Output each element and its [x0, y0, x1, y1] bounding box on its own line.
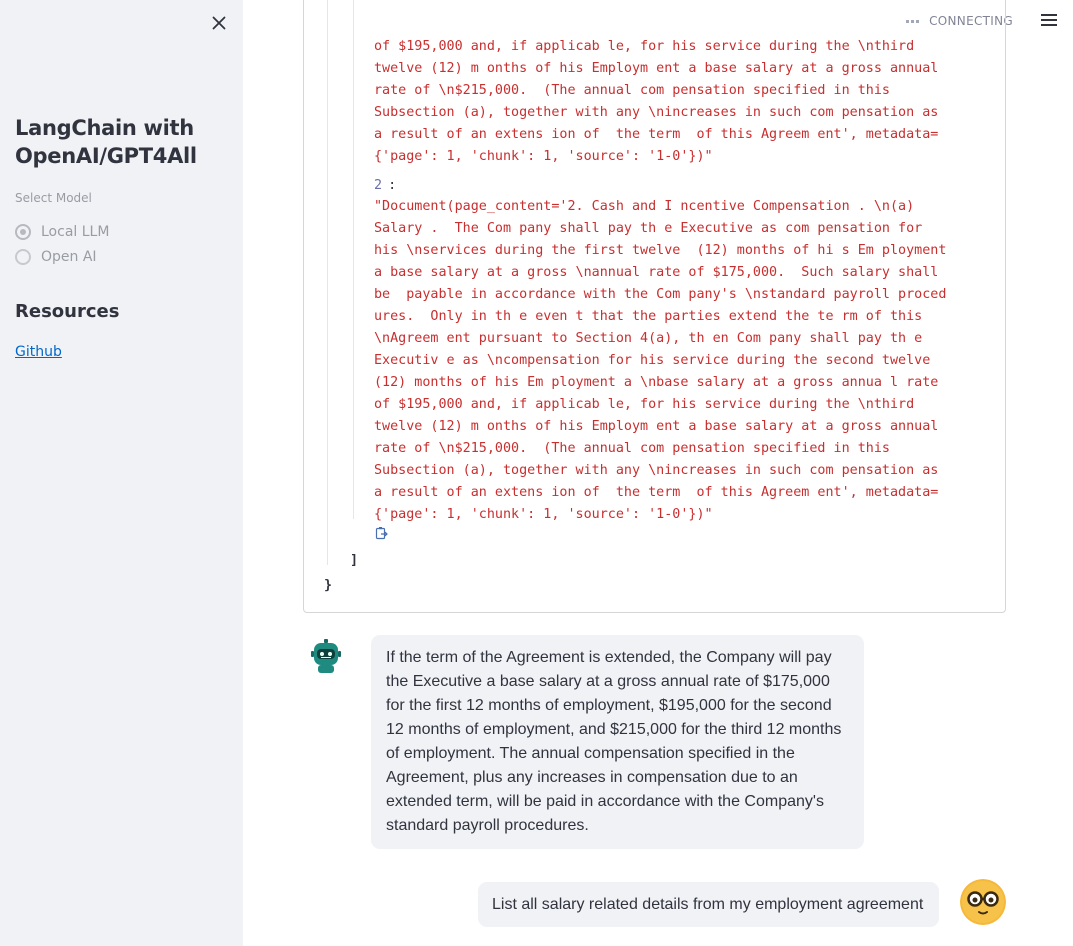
document-chunk-2: "Document(page_content='2. Cash and I nc… — [374, 199, 947, 522]
radio-unchecked-icon — [15, 249, 31, 265]
github-link[interactable]: Github — [15, 344, 62, 360]
sidebar-title: LangChain with OpenAI/GPT4All — [15, 116, 197, 168]
document-chunk-1: of $195,000 and, if applicab le, for his… — [374, 39, 939, 164]
assistant-message: If the term of the Agreement is extended… — [371, 635, 864, 849]
hamburger-menu-icon[interactable] — [1041, 14, 1057, 30]
closing-brace: } — [324, 578, 333, 593]
radio-local-llm[interactable]: Local LLM — [15, 224, 109, 240]
sidebar: LangChain with OpenAI/GPT4All Select Mod… — [0, 0, 243, 946]
select-model-label: Select Model — [15, 191, 92, 205]
user-message: List all salary related details from my … — [478, 882, 939, 927]
indent-guide — [327, 0, 328, 565]
json-viewer: of $195,000 and, if applicab le, for his… — [303, 0, 1006, 613]
assistant-message-text: If the term of the Agreement is extended… — [386, 649, 842, 834]
copy-icon[interactable] — [375, 526, 389, 540]
user-avatar-icon — [960, 879, 1006, 925]
indent-guide — [353, 0, 354, 519]
radio-label: Open AI — [41, 249, 97, 265]
resources-heading: Resources — [15, 301, 120, 322]
bot-avatar-icon — [306, 637, 346, 677]
close-icon[interactable] — [209, 13, 229, 33]
radio-open-ai[interactable]: Open AI — [15, 249, 97, 265]
closing-bracket: ] — [350, 553, 359, 568]
user-message-text: List all salary related details from my … — [492, 896, 924, 913]
radio-checked-icon — [15, 224, 31, 240]
array-index: 2: — [374, 178, 397, 193]
radio-label: Local LLM — [41, 224, 110, 240]
